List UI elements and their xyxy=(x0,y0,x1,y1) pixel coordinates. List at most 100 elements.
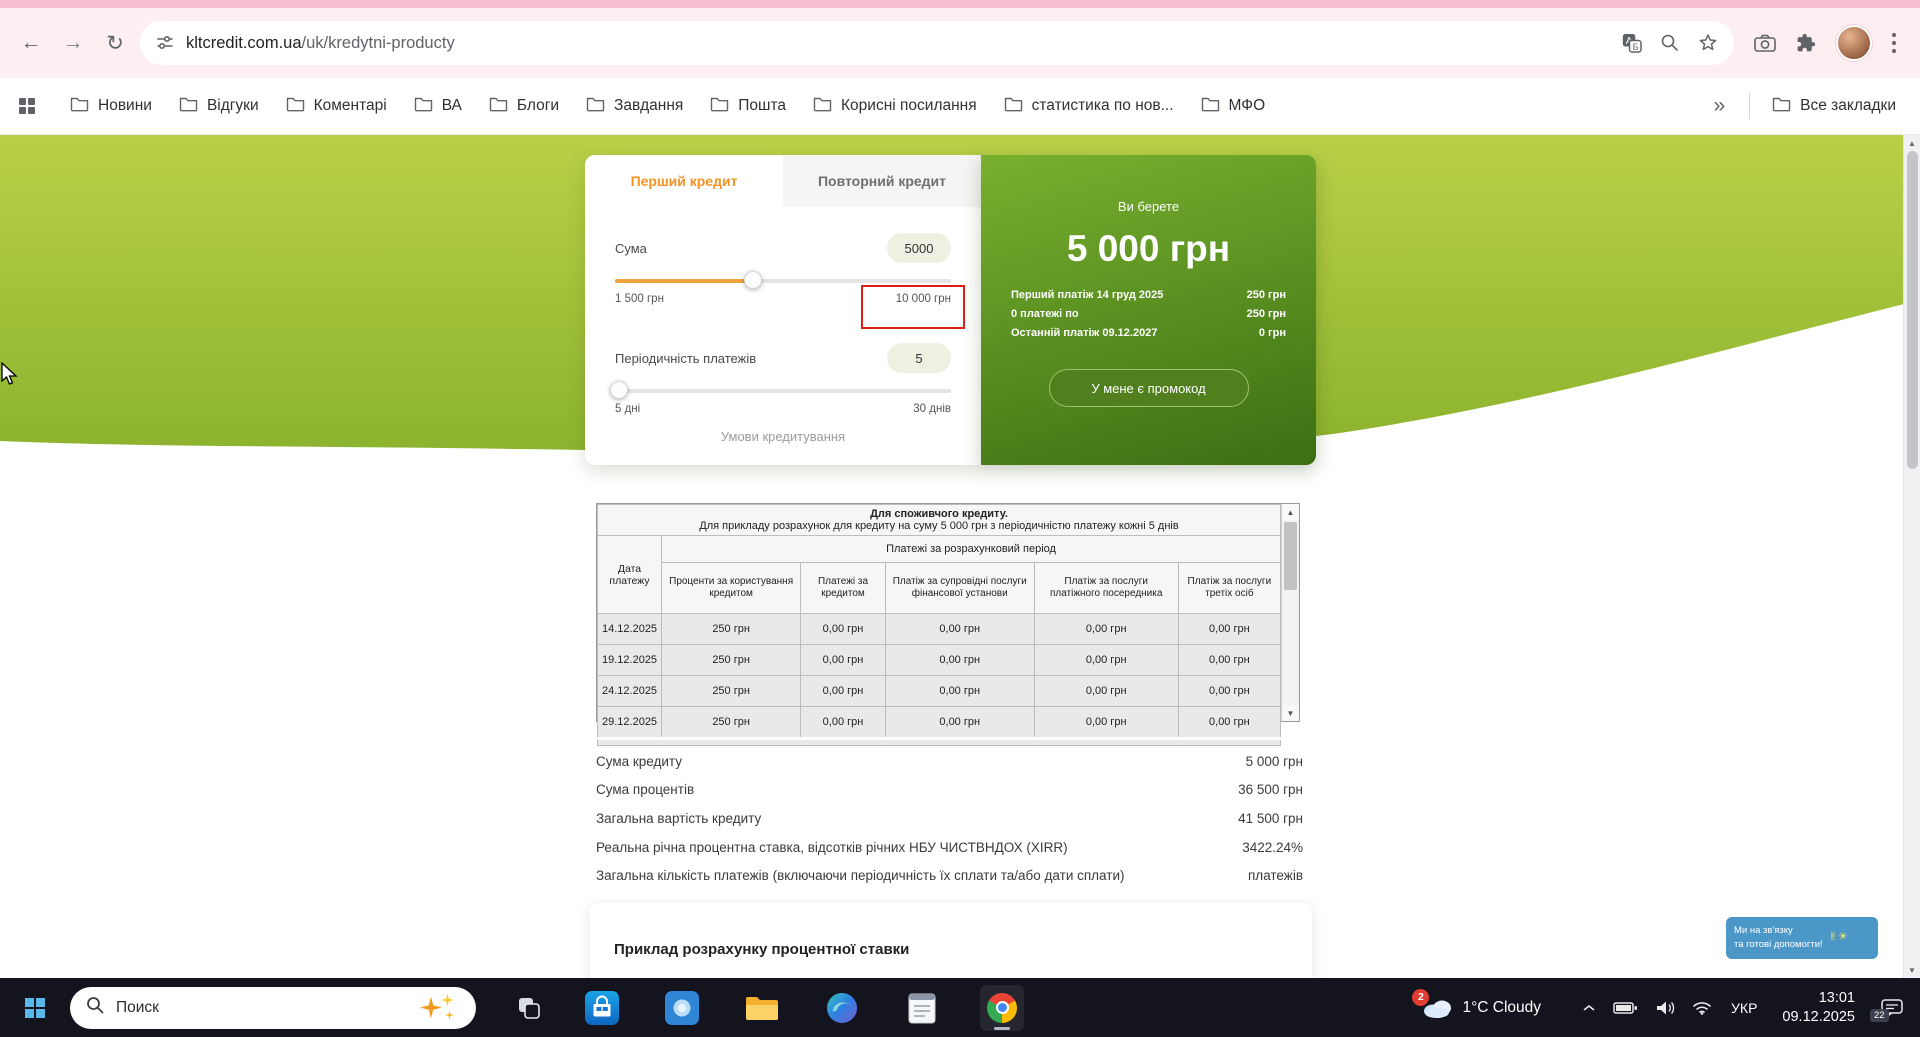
loan-calculator-card: Перший кредит Повторний кредит Сума 5000… xyxy=(585,155,981,465)
promo-code-button[interactable]: У мене є промокод xyxy=(1048,369,1249,407)
profile-avatar[interactable] xyxy=(1836,25,1872,61)
extensions-puzzle-icon[interactable] xyxy=(1796,33,1816,53)
period-min-label: 5 дні xyxy=(615,403,641,415)
site-settings-tune-icon[interactable] xyxy=(156,34,174,52)
bookmark-item[interactable]: МФО xyxy=(1201,96,1265,117)
system-tray: 2 1°C Cloudy УКР 13:01 09.12.2025 22 xyxy=(1412,988,1920,1027)
amount-label: Сума xyxy=(615,240,647,256)
bookmark-item[interactable]: Відгуки xyxy=(179,96,259,117)
amount-slider[interactable] xyxy=(615,271,951,289)
table-scrollbar[interactable]: ▲ ▼ xyxy=(1281,504,1299,721)
notepad-app-button[interactable] xyxy=(900,985,944,1031)
amount-slider-knob[interactable] xyxy=(743,271,762,289)
reload-button[interactable]: ↻ xyxy=(94,22,136,64)
table-cell: 0,00 грн xyxy=(884,613,1035,645)
folder-icon xyxy=(1004,96,1023,117)
table-cell: 0,00 грн xyxy=(1177,613,1282,645)
camera-icon[interactable] xyxy=(1754,34,1776,52)
bookmark-item[interactable]: Корисні посилання xyxy=(813,96,977,117)
taskbar-search-box[interactable]: Поиск xyxy=(70,986,476,1029)
all-bookmarks-button[interactable]: Все закладки xyxy=(1772,96,1896,117)
weather-widget[interactable]: 2 1°C Cloudy xyxy=(1412,988,1541,1019)
speaker-icon[interactable] xyxy=(1655,1000,1675,1016)
bookmark-item[interactable]: Коментарі xyxy=(286,96,387,117)
amount-slider-fill xyxy=(615,279,753,283)
store-app-button[interactable] xyxy=(580,985,624,1031)
scroll-up-icon[interactable]: ▲ xyxy=(1282,504,1299,520)
table-cell: 0,00 грн xyxy=(1033,706,1179,739)
chrome-app-button[interactable] xyxy=(980,984,1024,1031)
bookmark-item[interactable]: Блоги xyxy=(489,96,559,117)
taskbar-clock[interactable]: 13:01 09.12.2025 xyxy=(1782,989,1855,1027)
table-cell: 250 грн xyxy=(661,675,802,707)
url-text[interactable]: kltcredit.com.ua/uk/kredytni-producty xyxy=(186,34,455,53)
result-row: Перший платіж 14 груд 2025 250 грн xyxy=(1011,286,1286,305)
mouse-cursor xyxy=(0,361,22,391)
result-rows: Перший платіж 14 груд 2025 250 грн 0 пла… xyxy=(1011,286,1286,343)
period-slider[interactable] xyxy=(610,381,951,399)
summary-row: Загальна вартість кредиту 41 500 грн xyxy=(596,804,1303,833)
bookmark-label: ВА xyxy=(441,97,462,114)
back-button[interactable]: ← xyxy=(10,22,52,64)
bookmarks-overflow-chevron-icon[interactable]: » xyxy=(1713,94,1725,118)
credit-terms-link[interactable]: Умови кредитування xyxy=(615,429,951,444)
translate-icon[interactable]: AБ xyxy=(1622,33,1642,53)
task-view-icon xyxy=(519,997,540,1019)
bookmark-item[interactable]: Завдання xyxy=(586,96,683,117)
zoom-lens-icon[interactable] xyxy=(1660,33,1680,53)
loan-summary: Сума кредиту 5 000 грн Сума процентів 36… xyxy=(596,747,1303,890)
bookmark-item[interactable]: статистика по нов... xyxy=(1004,96,1174,117)
table-cell: 24.12.2025 xyxy=(596,675,663,707)
address-bar[interactable]: kltcredit.com.ua/uk/kredytni-producty AБ xyxy=(140,21,1734,65)
bookmarks-bar: Новини Відгуки Коментарі ВА Блоги Завдан… xyxy=(0,78,1920,135)
task-view-button[interactable] xyxy=(508,987,550,1029)
table-scrollbar-thumb[interactable] xyxy=(1284,522,1297,590)
chat-widget[interactable]: Ми на зв'язку та готові допомогти! ✌☀ xyxy=(1726,917,1878,959)
rate-example-title: Приклад розрахунку процентної ставки xyxy=(614,941,910,958)
table-cell: 0,00 грн xyxy=(800,706,886,739)
edge-app-button[interactable] xyxy=(820,985,864,1031)
menu-kebab-icon[interactable] xyxy=(1892,30,1896,55)
photos-icon xyxy=(665,990,699,1025)
copilot-sparkles-icon[interactable] xyxy=(416,992,468,1024)
battery-icon[interactable] xyxy=(1613,1001,1638,1015)
scroll-down-icon[interactable]: ▼ xyxy=(1282,705,1299,721)
tray-chevron-up-icon[interactable] xyxy=(1582,1004,1596,1012)
cloud-icon: 2 xyxy=(1412,988,1453,1019)
folder-icon xyxy=(1201,96,1220,117)
payment-schedule-table: Для споживчого кредиту. Для прикладу роз… xyxy=(596,503,1300,746)
tab-repeat-credit[interactable]: Повторний кредит xyxy=(783,155,981,207)
table-cell: 0,00 грн xyxy=(1177,706,1282,739)
period-slider-knob[interactable] xyxy=(610,381,628,399)
file-explorer-button[interactable] xyxy=(740,985,784,1031)
url-host: kltcredit.com.ua xyxy=(186,33,302,52)
start-button[interactable] xyxy=(14,987,56,1029)
apps-grid-icon[interactable] xyxy=(18,97,36,115)
notification-count-badge: 22 xyxy=(1870,1008,1889,1022)
bookmark-item[interactable]: ВА xyxy=(414,96,462,117)
summary-label: Сума процентів xyxy=(596,782,695,798)
summary-label: Реальна річна процентна ставка, відсоткі… xyxy=(596,839,1068,855)
scrollbar-thumb[interactable] xyxy=(1906,151,1918,469)
tab-first-credit[interactable]: Перший кредит xyxy=(585,155,783,207)
table-cell: 0,00 грн xyxy=(1177,644,1282,676)
bookmark-label: Завдання xyxy=(614,97,684,114)
forward-button[interactable]: → xyxy=(52,22,94,64)
windows-taskbar: Поиск 2 1°C Cloudy УКР 13:01 09.12.2025 … xyxy=(0,978,1920,1037)
photos-app-button[interactable] xyxy=(660,985,704,1031)
bookmark-item[interactable]: Новини xyxy=(70,96,152,117)
network-icon[interactable] xyxy=(1692,1000,1712,1015)
summary-label: Загальна кількість платежів (включаючи п… xyxy=(596,868,1125,884)
language-indicator[interactable]: УКР xyxy=(1731,1000,1757,1016)
browser-scrollbar[interactable]: ▲ ▼ xyxy=(1903,135,1920,978)
scrollbar-up-icon[interactable]: ▲ xyxy=(1904,135,1920,151)
scrollbar-down-icon[interactable]: ▼ xyxy=(1904,962,1920,978)
bookmark-item[interactable]: Пошта xyxy=(710,96,786,117)
period-max-label: 30 днів xyxy=(913,403,951,415)
notification-center-button[interactable]: 22 xyxy=(1870,998,1904,1022)
result-row-value: 0 грн xyxy=(1258,327,1286,339)
bookmark-label: Новини xyxy=(98,97,152,114)
bookmark-star-icon[interactable] xyxy=(1698,33,1718,53)
rate-example-card: Приклад розрахунку процентної ставки xyxy=(590,903,1312,978)
table-cell: 14.12.2025 xyxy=(596,613,663,645)
